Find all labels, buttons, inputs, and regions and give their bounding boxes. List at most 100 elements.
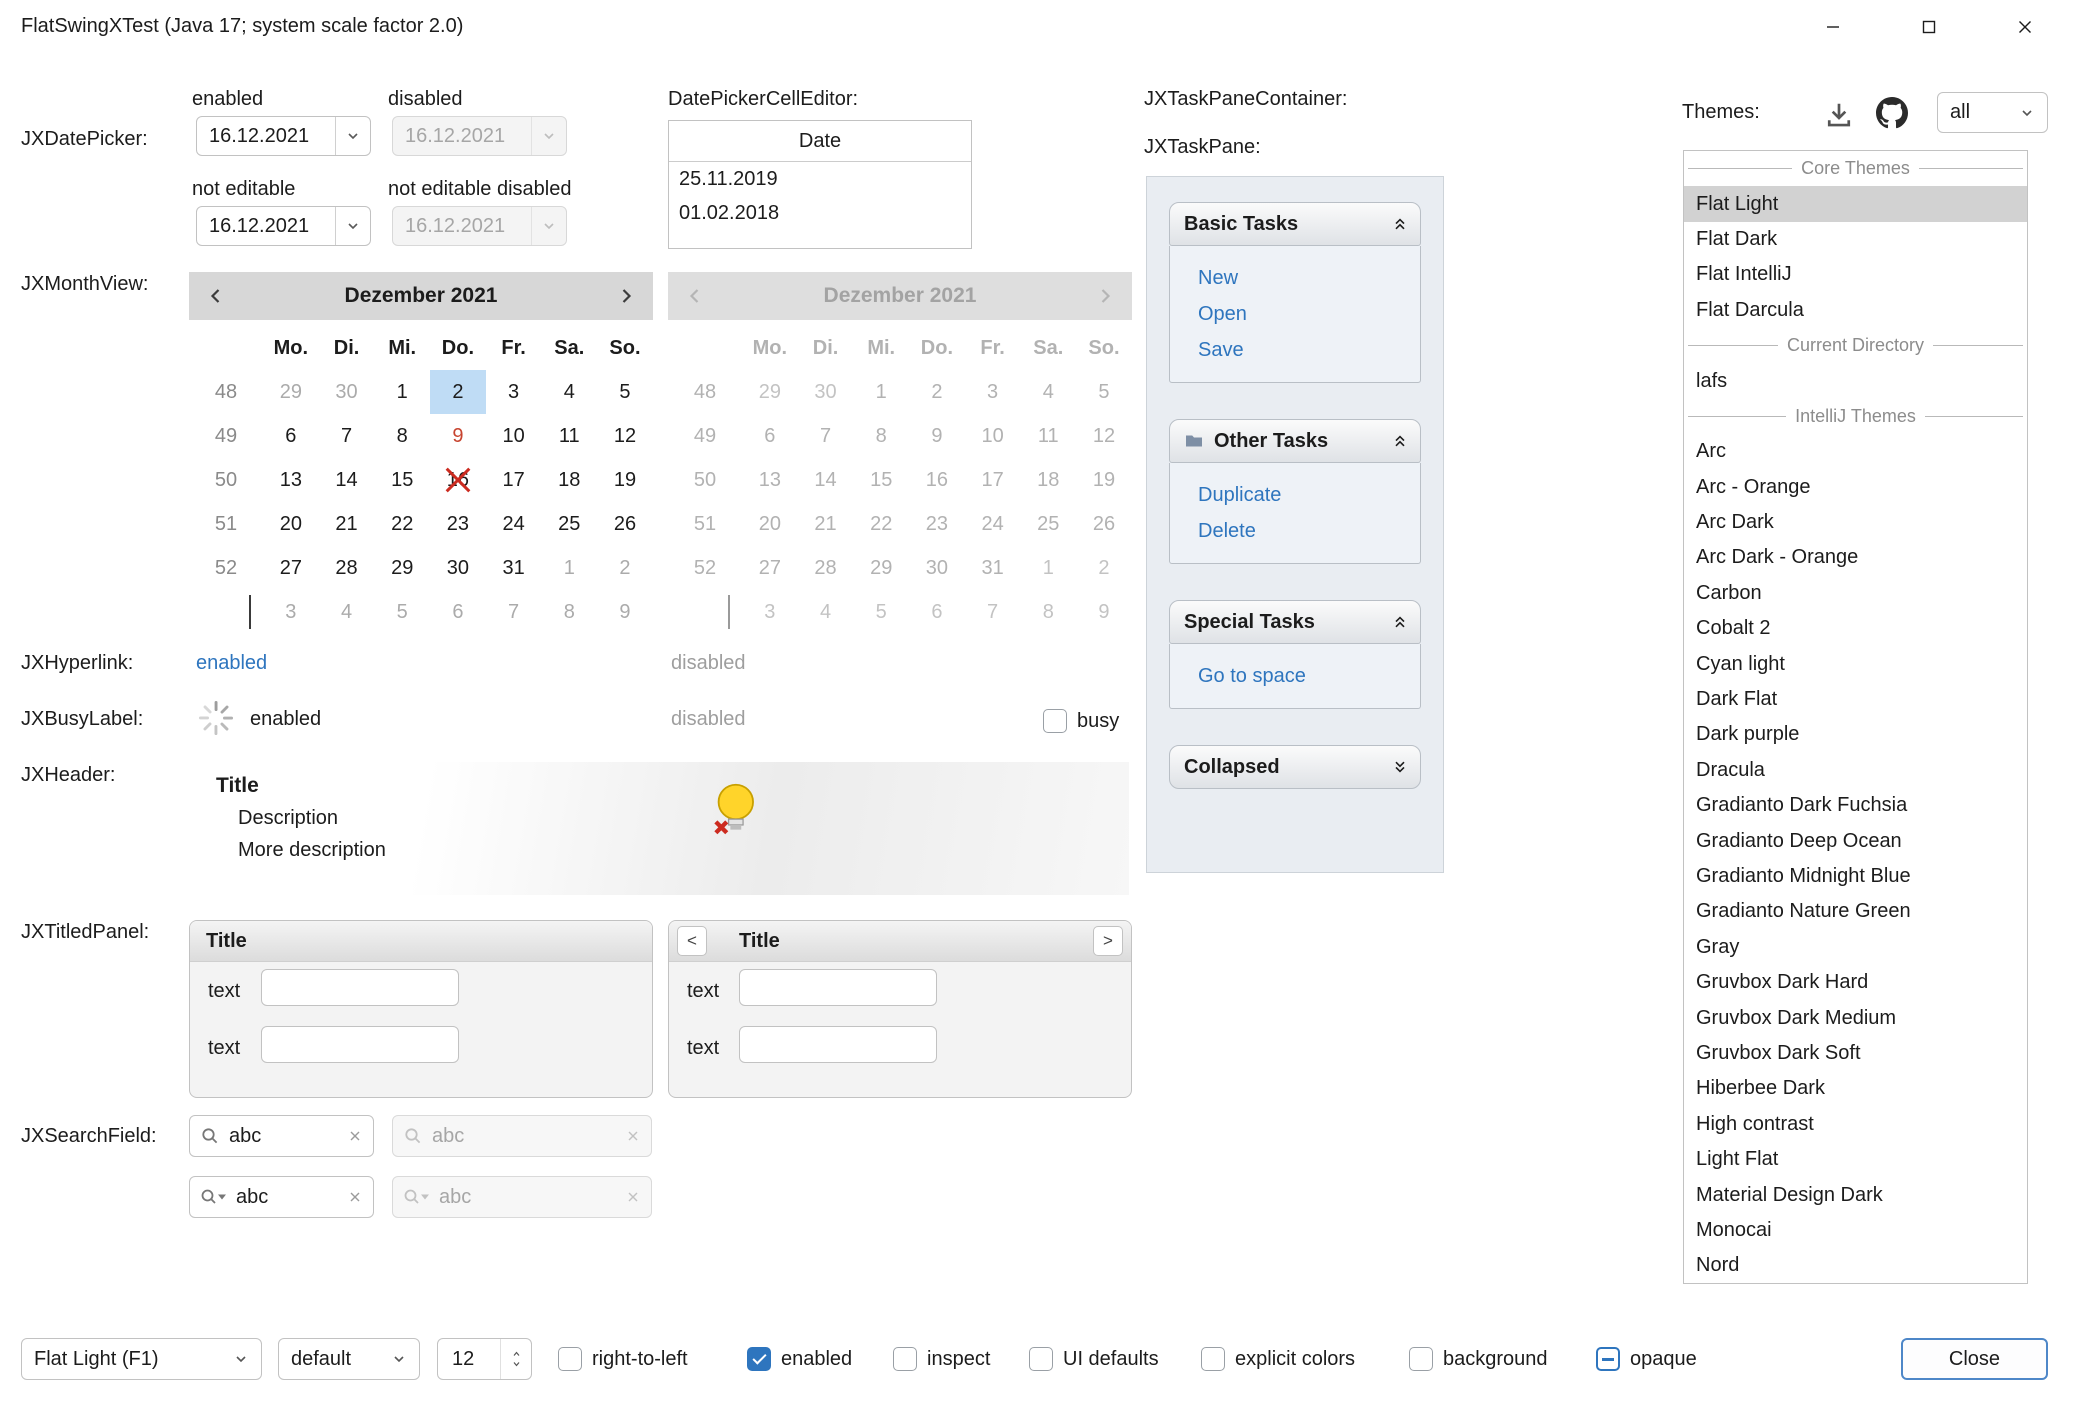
- theme-list-item-gradianto-midnight-blue[interactable]: Gradianto Midnight Blue: [1684, 859, 2027, 894]
- theme-list-item-flat-dark[interactable]: Flat Dark: [1684, 222, 2027, 257]
- day-cell[interactable]: 26: [597, 502, 653, 546]
- day-cell[interactable]: 24: [486, 502, 542, 546]
- theme-list-item-carbon[interactable]: Carbon: [1684, 576, 2027, 611]
- checkbox-explicit-colors[interactable]: explicit colors: [1201, 1345, 1355, 1373]
- minimize-button[interactable]: [1797, 0, 1869, 53]
- table-row[interactable]: 01.02.2018: [669, 196, 971, 230]
- titled-panel-prev-button[interactable]: <: [677, 926, 707, 956]
- hyperlink-enabled[interactable]: enabled: [196, 650, 267, 676]
- theme-list-item-gradianto-nature-green[interactable]: Gradianto Nature Green: [1684, 894, 2027, 929]
- day-cell[interactable]: 9: [430, 414, 486, 458]
- day-cell[interactable]: 13: [263, 458, 319, 502]
- close-button[interactable]: Close: [1901, 1338, 2048, 1380]
- theme-list-item-high-contrast[interactable]: High contrast: [1684, 1107, 2027, 1142]
- day-cell[interactable]: 25: [541, 502, 597, 546]
- datepicker-dropdown-button[interactable]: [335, 207, 370, 245]
- clear-icon[interactable]: [347, 1128, 363, 1144]
- search-input[interactable]: abc: [229, 1125, 338, 1148]
- checkbox-box[interactable]: [893, 1347, 917, 1371]
- github-icon[interactable]: [1876, 97, 1908, 129]
- checkbox-right-to-left[interactable]: right-to-left: [558, 1345, 688, 1373]
- day-cell[interactable]: 3: [486, 370, 542, 414]
- day-cell[interactable]: 2: [430, 370, 486, 414]
- taskpane-link-delete[interactable]: Delete: [1198, 513, 1420, 549]
- chevron-down-icon[interactable]: [510, 1359, 523, 1369]
- day-cell[interactable]: 23: [430, 502, 486, 546]
- taskpane-header[interactable]: Other Tasks: [1169, 419, 1421, 463]
- day-cell[interactable]: 6: [263, 414, 319, 458]
- datepicker-value[interactable]: 16.12.2021: [197, 125, 335, 148]
- close-window-button[interactable]: [1989, 0, 2061, 53]
- titled-panel-text-input[interactable]: [739, 1026, 937, 1063]
- theme-list-item-arc-orange[interactable]: Arc - Orange: [1684, 470, 2027, 505]
- theme-list-item-arc[interactable]: Arc: [1684, 434, 2027, 469]
- search-dropdown-icon[interactable]: [200, 1187, 227, 1207]
- checkbox-opaque[interactable]: opaque: [1596, 1345, 1697, 1373]
- table-column-header[interactable]: Date: [669, 121, 971, 162]
- taskpane-header[interactable]: Basic Tasks: [1169, 202, 1421, 246]
- day-cell[interactable]: 30: [319, 370, 375, 414]
- datepicker-not-editable[interactable]: 16.12.2021: [196, 206, 371, 246]
- day-cell[interactable]: 11: [541, 414, 597, 458]
- themes-filter-combobox[interactable]: all: [1937, 92, 2048, 133]
- day-cell[interactable]: 16: [430, 458, 486, 502]
- checkbox-box[interactable]: [747, 1347, 771, 1371]
- font-size-spinner[interactable]: 12: [437, 1338, 532, 1380]
- clear-icon[interactable]: [347, 1189, 363, 1205]
- day-cell[interactable]: 29: [374, 546, 430, 590]
- titled-panel-text-input[interactable]: [739, 969, 937, 1006]
- previous-month-button[interactable]: [205, 285, 227, 307]
- theme-list-item-material-design-dark[interactable]: Material Design Dark: [1684, 1177, 2027, 1212]
- day-cell[interactable]: 18: [541, 458, 597, 502]
- day-cell[interactable]: 3: [263, 590, 319, 634]
- checkbox-background[interactable]: background: [1409, 1345, 1548, 1373]
- theme-list-item-hiberbee-dark[interactable]: Hiberbee Dark: [1684, 1071, 2027, 1106]
- day-cell[interactable]: 20: [263, 502, 319, 546]
- table-row[interactable]: 25.11.2019: [669, 162, 971, 196]
- spinner-value[interactable]: 12: [438, 1348, 500, 1371]
- theme-combobox[interactable]: Flat Light (F1): [21, 1338, 262, 1380]
- theme-list-item-gray[interactable]: Gray: [1684, 930, 2027, 965]
- taskpane-header[interactable]: Special Tasks: [1169, 600, 1421, 644]
- theme-list-item-arc-dark-orange[interactable]: Arc Dark - Orange: [1684, 540, 2027, 575]
- day-cell[interactable]: 9: [597, 590, 653, 634]
- day-cell[interactable]: 15: [374, 458, 430, 502]
- day-cell[interactable]: 8: [541, 590, 597, 634]
- search-field-enabled[interactable]: abc: [189, 1115, 374, 1157]
- checkbox-box[interactable]: [1043, 709, 1067, 733]
- checkbox-box[interactable]: [1596, 1347, 1620, 1371]
- day-cell[interactable]: 29: [263, 370, 319, 414]
- theme-list-item-flat-light[interactable]: Flat Light: [1684, 186, 2027, 221]
- day-cell[interactable]: 12: [597, 414, 653, 458]
- checkbox-enabled[interactable]: enabled: [747, 1345, 852, 1373]
- day-cell[interactable]: 2: [597, 546, 653, 590]
- day-cell[interactable]: 10: [486, 414, 542, 458]
- day-cell[interactable]: 14: [319, 458, 375, 502]
- theme-list-item-gruvbox-dark-soft[interactable]: Gruvbox Dark Soft: [1684, 1036, 2027, 1071]
- checkbox-box[interactable]: [558, 1347, 582, 1371]
- theme-list-item-flat-darcula[interactable]: Flat Darcula: [1684, 293, 2027, 328]
- theme-list-item-cyan-light[interactable]: Cyan light: [1684, 646, 2027, 681]
- checkbox-ui-defaults[interactable]: UI defaults: [1029, 1345, 1159, 1373]
- day-cell[interactable]: 27: [263, 546, 319, 590]
- titled-panel-text-input[interactable]: [261, 969, 459, 1006]
- day-cell[interactable]: 4: [541, 370, 597, 414]
- search-input[interactable]: abc: [236, 1186, 338, 1209]
- checkbox-box[interactable]: [1029, 1347, 1053, 1371]
- day-cell[interactable]: 17: [486, 458, 542, 502]
- day-cell[interactable]: 21: [319, 502, 375, 546]
- day-cell[interactable]: 19: [597, 458, 653, 502]
- day-cell[interactable]: 22: [374, 502, 430, 546]
- theme-list-item-dracula[interactable]: Dracula: [1684, 753, 2027, 788]
- checkbox-box[interactable]: [1201, 1347, 1225, 1371]
- next-month-button[interactable]: [615, 285, 637, 307]
- datepicker-enabled[interactable]: 16.12.2021: [196, 116, 371, 156]
- day-cell[interactable]: 8: [374, 414, 430, 458]
- day-cell[interactable]: 5: [597, 370, 653, 414]
- day-cell[interactable]: 6: [430, 590, 486, 634]
- day-cell[interactable]: 1: [541, 546, 597, 590]
- font-combobox[interactable]: default: [278, 1338, 420, 1380]
- theme-list-item-dark-purple[interactable]: Dark purple: [1684, 717, 2027, 752]
- day-cell[interactable]: 28: [319, 546, 375, 590]
- checkbox-busy[interactable]: busy: [1043, 707, 1119, 735]
